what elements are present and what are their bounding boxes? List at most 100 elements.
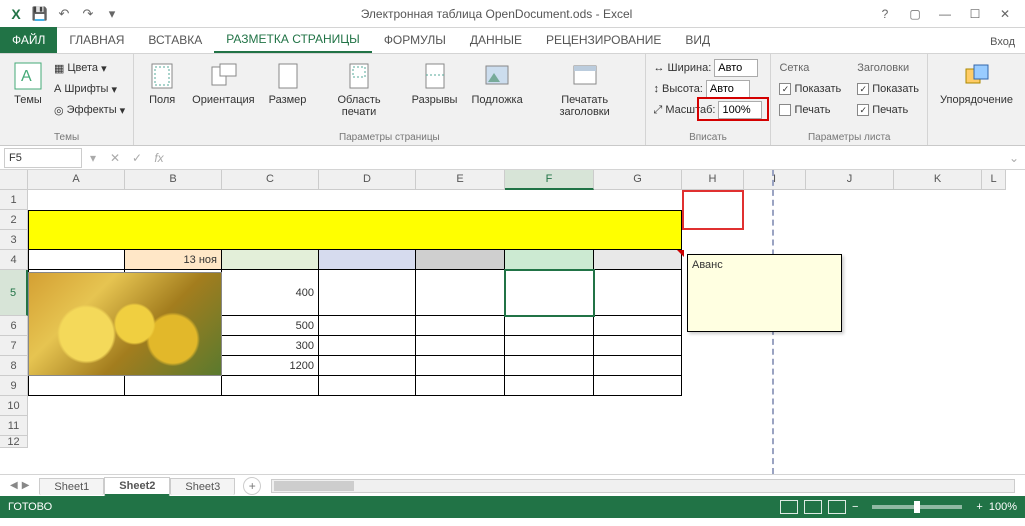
row-header-3[interactable]: 3 [0,230,28,250]
col-header-J[interactable]: J [806,170,894,190]
sheet-nav[interactable]: ◀▶ [0,480,39,491]
zoom-out-button[interactable]: − [852,501,858,513]
cell-C5[interactable]: 400 [222,270,319,316]
tab-home[interactable]: ГЛАВНАЯ [57,27,136,53]
cell-F9[interactable] [505,376,594,396]
zoom-value[interactable]: 100% [989,501,1017,513]
gridlines-view-checkbox[interactable] [779,83,791,95]
col-header-K[interactable]: K [894,170,982,190]
tab-file[interactable]: ФАЙЛ [0,27,57,53]
cell-F7[interactable] [505,336,594,356]
new-sheet-button[interactable]: + [243,477,261,495]
background-button[interactable]: Подложка [467,58,526,108]
cell-B9[interactable] [125,376,222,396]
col-header-I[interactable]: I [744,170,806,190]
tab-view[interactable]: ВИД [673,27,722,53]
height-input[interactable] [706,80,750,98]
cell-E9[interactable] [416,376,505,396]
name-box[interactable]: F5 [4,148,82,168]
arrange-button[interactable]: Упорядочение [936,58,1017,108]
size-button[interactable]: Размер [265,58,311,108]
scale-input[interactable] [718,101,762,119]
expand-formula-icon[interactable]: ⌄ [1003,148,1025,168]
theme-colors-button[interactable]: ▦Цвета▾ [54,58,125,78]
headings-print-checkbox[interactable] [857,104,869,116]
row-header-9[interactable]: 9 [0,376,28,396]
row-header-6[interactable]: 6 [0,316,28,336]
cell-C4[interactable] [222,250,319,270]
breaks-button[interactable]: Разрывы [408,58,462,108]
cell-D5[interactable] [319,270,416,316]
col-header-C[interactable]: C [222,170,319,190]
ribbon-options-icon[interactable]: ▢ [903,4,927,24]
comment-box[interactable]: Аванс [687,254,842,332]
row-header-10[interactable]: 10 [0,396,28,416]
maximize-icon[interactable]: ☐ [963,4,987,24]
cell-C8[interactable]: 1200 [222,356,319,376]
view-pagebreak-icon[interactable] [828,500,846,514]
row-header-1[interactable]: 1 [0,190,28,210]
cell-A4[interactable] [28,250,125,270]
col-header-B[interactable]: B [125,170,222,190]
comment-indicator[interactable] [677,250,684,257]
print-titles-button[interactable]: Печатать заголовки [533,58,637,120]
help-icon[interactable]: ? [873,4,897,24]
cell-D6[interactable] [319,316,416,336]
cell-A9[interactable] [28,376,125,396]
cell-G5[interactable] [594,270,682,316]
cell-E6[interactable] [416,316,505,336]
worksheet-grid[interactable]: ABCDEFGHIJKL 123456789101112 13 ноя40050… [0,170,1025,474]
cell-E4[interactable] [416,250,505,270]
undo-icon[interactable]: ↶ [56,6,72,22]
cell-C7[interactable]: 300 [222,336,319,356]
namebox-dropdown-icon[interactable]: ▾ [82,148,104,168]
col-header-D[interactable]: D [319,170,416,190]
row-header-11[interactable]: 11 [0,416,28,436]
col-header-H[interactable]: H [682,170,744,190]
themes-button[interactable]: A Темы [8,58,48,108]
row-header-2[interactable]: 2 [0,210,28,230]
embedded-image[interactable] [28,272,222,376]
close-icon[interactable]: ✕ [993,4,1017,24]
cell-E7[interactable] [416,336,505,356]
qat-customize-icon[interactable]: ▾ [104,6,120,22]
tab-formulas[interactable]: ФОРМУЛЫ [372,27,458,53]
select-all-button[interactable] [0,170,28,190]
col-header-L[interactable]: L [982,170,1006,190]
cell-F8[interactable] [505,356,594,376]
print-area-button[interactable]: Область печати [316,58,401,120]
cell-C9[interactable] [222,376,319,396]
gridlines-print-checkbox[interactable] [779,104,791,116]
cell-G6[interactable] [594,316,682,336]
save-icon[interactable]: 💾 [32,6,48,22]
cell-yellow-header[interactable] [28,210,682,250]
row-header-5[interactable]: 5 [0,270,28,316]
cell-G7[interactable] [594,336,682,356]
formula-input[interactable] [170,148,1003,168]
zoom-thumb[interactable] [914,501,920,513]
view-pagelayout-icon[interactable] [804,500,822,514]
minimize-icon[interactable]: — [933,4,957,24]
sheet-tab-2[interactable]: Sheet2 [104,477,170,496]
fx-icon[interactable]: fx [148,148,170,168]
cell-D8[interactable] [319,356,416,376]
col-header-E[interactable]: E [416,170,505,190]
tab-review[interactable]: РЕЦЕНЗИРОВАНИЕ [534,27,673,53]
col-header-F[interactable]: F [505,170,594,190]
row-header-12[interactable]: 12 [0,436,28,448]
cell-B4[interactable]: 13 ноя [125,250,222,270]
orientation-button[interactable]: Ориентация [188,58,258,108]
cell-G4[interactable] [594,250,682,270]
sheet-tab-3[interactable]: Sheet3 [170,478,235,495]
cell-E8[interactable] [416,356,505,376]
tab-pagelayout[interactable]: РАЗМЕТКА СТРАНИЦЫ [214,27,372,53]
horizontal-scrollbar[interactable] [271,479,1015,493]
cell-D4[interactable] [319,250,416,270]
margins-button[interactable]: Поля [142,58,182,108]
theme-fonts-button[interactable]: AШрифты▾ [54,79,125,99]
row-header-4[interactable]: 4 [0,250,28,270]
tab-data[interactable]: ДАННЫЕ [458,27,534,53]
sheet-tab-1[interactable]: Sheet1 [39,478,104,495]
cell-F4[interactable] [505,250,594,270]
cell-D7[interactable] [319,336,416,356]
